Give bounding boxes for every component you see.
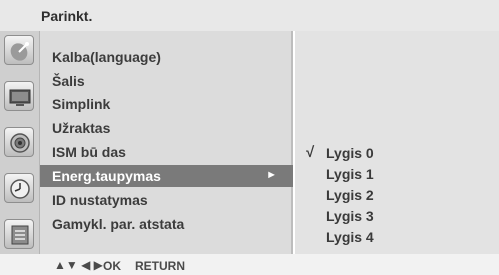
menu-item-country[interactable]: Šalis (40, 70, 293, 92)
option-level-2[interactable]: Lygis 2 (295, 185, 499, 205)
category-sidebar (0, 31, 40, 254)
menu-item-label: Simplink (52, 96, 111, 112)
menu-item-label: Energ.taupymas (52, 168, 161, 184)
option-label: Lygis 3 (326, 208, 374, 224)
options-menu: Kalba(language) Šalis Simplink Užraktas … (40, 31, 293, 254)
option-label: Lygis 2 (326, 187, 374, 203)
menu-item-language[interactable]: Kalba(language) (40, 46, 293, 68)
page-title: Parinkt. (41, 8, 93, 24)
speaker-icon[interactable] (4, 127, 34, 157)
menu-item-factory-reset[interactable]: Gamykl. par. atstata (40, 213, 293, 235)
option-level-4[interactable]: Lygis 4 (295, 227, 499, 247)
title-bar: Parinkt. (0, 0, 499, 31)
menu-item-label: Gamykl. par. atstata (52, 216, 185, 232)
option-level-0[interactable]: √ Lygis 0 (295, 143, 499, 163)
menu-item-label: ID nustatymas (52, 192, 148, 208)
submenu-arrow-icon: ► (266, 169, 277, 181)
monitor-icon[interactable] (4, 81, 34, 111)
energy-level-submenu: √ Lygis 0 Lygis 1 Lygis 2 Lygis 3 Lygis … (295, 31, 499, 254)
menu-item-label: Šalis (52, 73, 85, 89)
menu-item-label: Kalba(language) (52, 49, 161, 65)
menu-item-simplink[interactable]: Simplink (40, 93, 293, 115)
return-hint: RETURN (135, 259, 185, 273)
button-hint-bar: ▲▼ ◀ ▶ OK RETURN (0, 254, 499, 275)
menu-item-id-setting[interactable]: ID nustatymas (40, 189, 293, 211)
menu-item-energy-saving[interactable]: Energ.taupymas ► (40, 165, 293, 187)
navigation-arrows-hint: ▲▼ ◀ ▶ (54, 258, 103, 272)
option-label: Lygis 4 (326, 229, 374, 245)
option-label: Lygis 1 (326, 166, 374, 182)
menu-item-label: ISM bū das (52, 144, 126, 160)
satellite-dish-icon[interactable] (4, 35, 34, 65)
menu-item-label: Užraktas (52, 120, 111, 136)
check-mark-icon: √ (306, 144, 315, 161)
menu-item-lock[interactable]: Užraktas (40, 117, 293, 139)
option-level-3[interactable]: Lygis 3 (295, 206, 499, 226)
option-label: Lygis 0 (326, 145, 374, 161)
ok-hint: OK (103, 259, 121, 273)
option-level-1[interactable]: Lygis 1 (295, 164, 499, 184)
settings-list-icon[interactable] (4, 219, 34, 249)
menu-item-ism-mode[interactable]: ISM bū das (40, 141, 293, 163)
clock-icon[interactable] (4, 173, 34, 203)
